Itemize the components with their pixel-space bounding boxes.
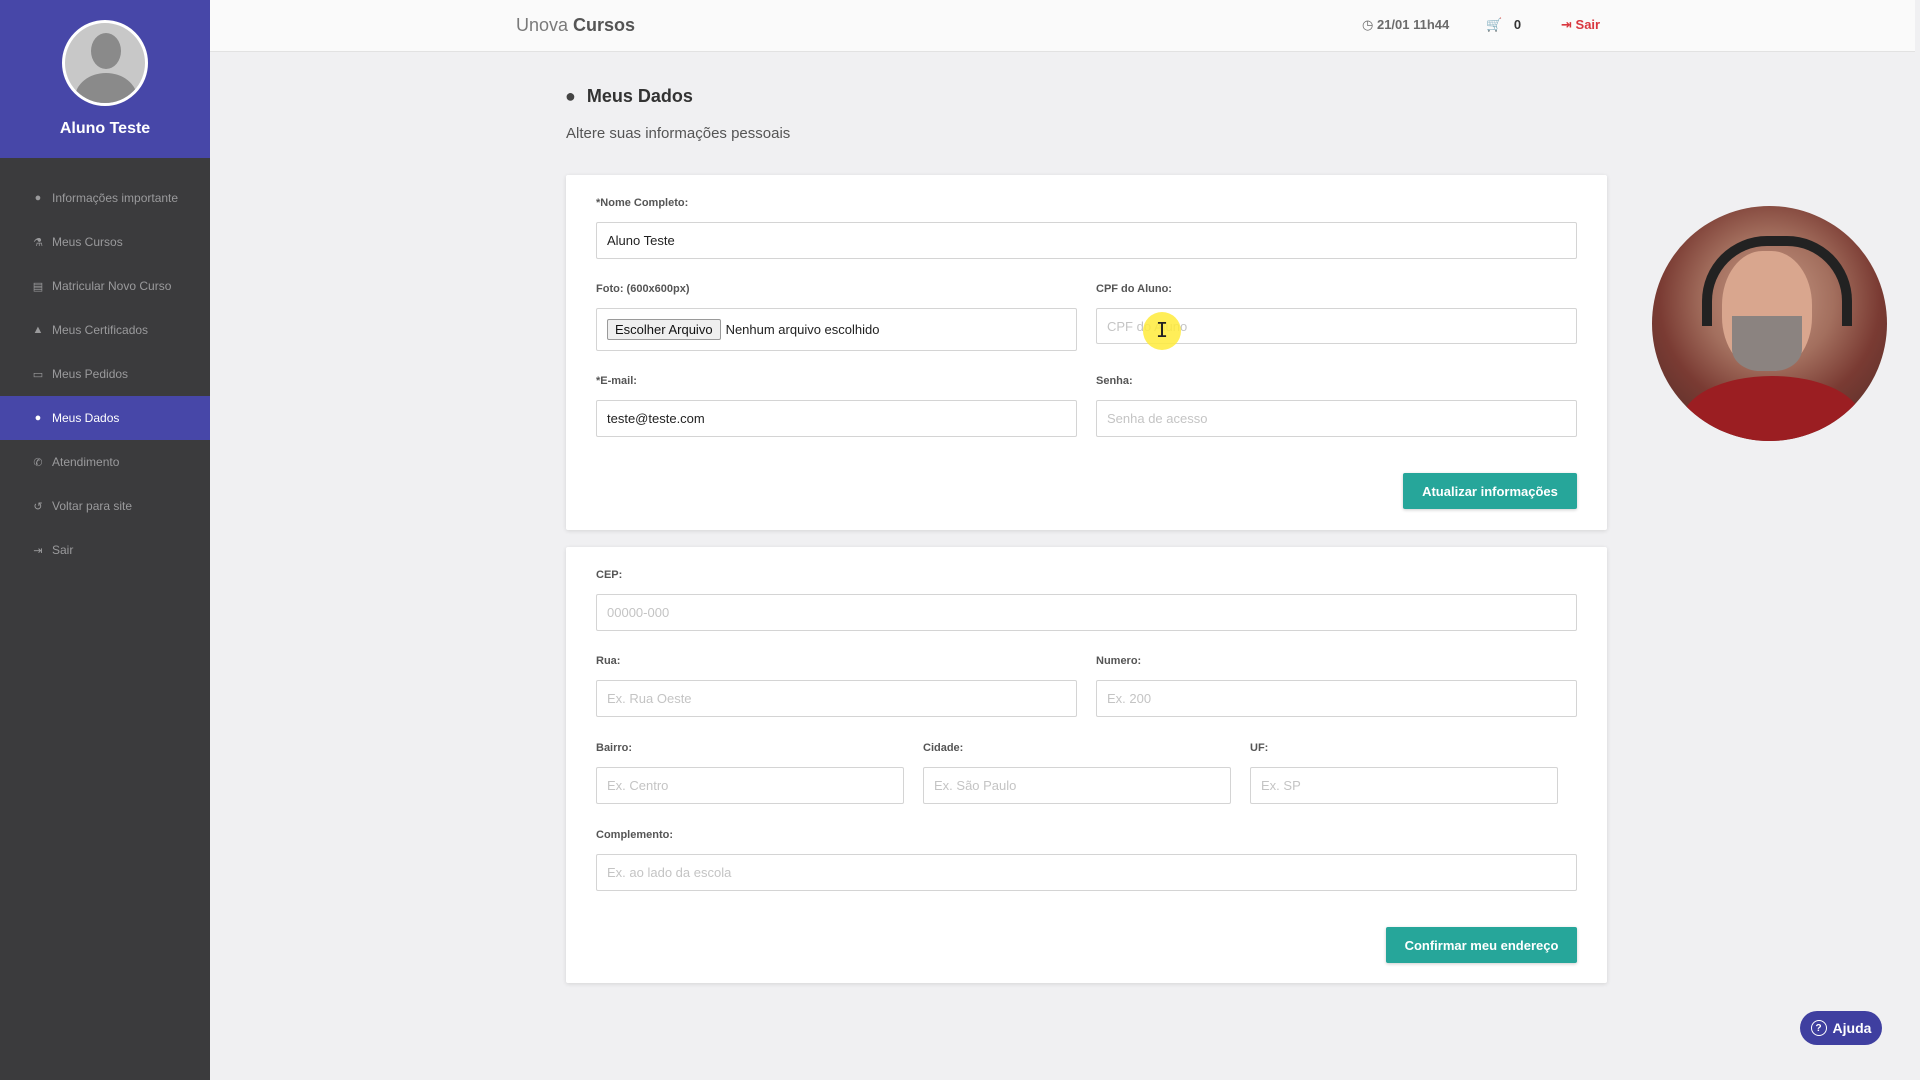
user-icon: ● — [34, 412, 42, 424]
question-icon: ? — [1810, 1020, 1827, 1036]
sidebar-item-label: Atendimento — [52, 455, 120, 469]
street-label: Rua: — [596, 655, 621, 667]
sidebar-menu: ● Informações importante ⚗ Meus Cursos ▤… — [0, 176, 210, 572]
undo-icon: ↺ — [33, 500, 43, 513]
book-icon: ▤ — [32, 280, 44, 293]
state-input[interactable]: Ex. SP — [1250, 767, 1558, 804]
webcam-headset — [1702, 236, 1852, 326]
cart-count: 0 — [1513, 17, 1522, 32]
logout-label: Sair — [1575, 17, 1601, 32]
sidebar-item-pedidos[interactable]: ▭ Meus Pedidos — [0, 352, 210, 396]
sidebar-item-label: Meus Pedidos — [52, 367, 129, 381]
profile-header: Aluno Teste — [0, 0, 210, 158]
help-label: Ajuda — [1832, 1020, 1872, 1036]
email-label: *E-mail: — [596, 375, 637, 387]
user-icon: ● — [565, 86, 576, 106]
city-input[interactable]: Ex. São Paulo — [923, 767, 1231, 804]
info-icon: ● — [34, 192, 42, 204]
webcam-shirt — [1682, 376, 1862, 441]
file-status: Nenhum arquivo escolhido — [725, 322, 880, 337]
cart-icon: 🛒 — [1486, 17, 1503, 32]
district-label: Bairro: — [596, 742, 633, 754]
text-cursor-icon: I — [1156, 318, 1169, 342]
name-label: *Nome Completo: — [596, 197, 689, 209]
sidebar-item-label: Informações importante — [52, 191, 179, 205]
password-input[interactable]: Senha de acesso — [1096, 400, 1577, 437]
city-label: Cidade: — [923, 742, 964, 754]
confirm-address-button[interactable]: Confirmar meu endereço — [1386, 927, 1577, 963]
page-subtitle: Altere suas informações pessoais — [566, 125, 791, 142]
sidebar-item-label: Meus Certificados — [52, 323, 149, 337]
avatar-head — [91, 33, 121, 69]
sidebar-item-matricular[interactable]: ▤ Matricular Novo Curso — [0, 264, 210, 308]
sidebar-item-label: Sair — [52, 543, 74, 557]
number-input[interactable]: Ex. 200 — [1096, 680, 1577, 717]
personal-data-card: *Nome Completo: Aluno Teste Foto: (600x6… — [566, 175, 1607, 530]
help-button[interactable]: ? Ajuda — [1800, 1011, 1882, 1045]
sign-in-icon: ⇥ — [33, 544, 43, 557]
number-label: Numero: — [1096, 655, 1142, 667]
sidebar-item-label: Meus Cursos — [52, 235, 123, 249]
password-label: Senha: — [1096, 375, 1133, 387]
district-input[interactable]: Ex. Centro — [596, 767, 904, 804]
phone-icon: ✆ — [33, 456, 43, 469]
update-info-button[interactable]: Atualizar informações — [1403, 473, 1577, 509]
sidebar-item-label: Matricular Novo Curso — [52, 279, 172, 293]
sidebar-item-certificados[interactable]: ▲ Meus Certificados — [0, 308, 210, 352]
sign-out-icon: ⇥ — [1561, 17, 1572, 32]
complement-input[interactable]: Ex. ao lado da escola — [596, 854, 1577, 891]
name-input[interactable]: Aluno Teste — [596, 222, 1577, 259]
brand-logo[interactable]: Unova Cursos — [516, 15, 635, 36]
sidebar-item-meus-cursos[interactable]: ⚗ Meus Cursos — [0, 220, 210, 264]
address-card: CEP: 00000-000 Rua: Ex. Rua Oeste Numero… — [566, 547, 1607, 983]
flask-icon: ⚗ — [33, 236, 43, 249]
avatar[interactable] — [62, 20, 148, 106]
sidebar-item-voltar[interactable]: ↺ Voltar para site — [0, 484, 210, 528]
logout-link[interactable]: ⇥ Sair — [1561, 17, 1600, 33]
choose-file-button[interactable]: Escolher Arquivo — [607, 319, 721, 340]
cart-button[interactable]: 🛒 0 — [1486, 17, 1521, 33]
cep-label: CEP: — [596, 569, 623, 581]
page-title: ● Meus Dados — [565, 86, 693, 107]
datetime-display: ◷ 21/01 11h44 — [1362, 17, 1449, 33]
sidebar-item-sair[interactable]: ⇥ Sair — [0, 528, 210, 572]
webcam-overlay — [1652, 206, 1887, 441]
street-input[interactable]: Ex. Rua Oeste — [596, 680, 1077, 717]
clock-icon: ◷ — [1362, 17, 1374, 32]
datetime-text: 21/01 11h44 — [1376, 17, 1450, 32]
cpf-label: CPF do Aluno: — [1096, 283, 1172, 295]
credit-card-icon: ▭ — [32, 368, 44, 381]
brand-light: Unova — [516, 15, 569, 35]
page-title-text: Meus Dados — [586, 86, 693, 106]
photo-label: Foto: (600x600px) — [596, 283, 690, 295]
cep-input[interactable]: 00000-000 — [596, 594, 1577, 631]
state-label: UF: — [1250, 742, 1269, 754]
avatar-shoulders — [75, 73, 137, 103]
photo-file-input[interactable]: Escolher Arquivo Nenhum arquivo escolhid… — [596, 308, 1077, 351]
sidebar-item-atendimento[interactable]: ✆ Atendimento — [0, 440, 210, 484]
graduation-cap-icon: ▲ — [32, 324, 44, 336]
sidebar-item-label: Meus Dados — [52, 411, 120, 425]
sidebar-item-meus-dados[interactable]: ● Meus Dados — [0, 396, 210, 440]
sidebar-item-label: Voltar para site — [52, 499, 133, 513]
brand-bold: Cursos — [573, 15, 636, 35]
profile-name: Aluno Teste — [59, 120, 151, 137]
email-input[interactable]: teste@teste.com — [596, 400, 1077, 437]
top-bar: Unova Cursos ◷ 21/01 11h44 🛒 0 ⇥ Sair — [210, 0, 1915, 52]
sidebar-item-informacoes[interactable]: ● Informações importante — [0, 176, 210, 220]
complement-label: Complemento: — [596, 829, 673, 841]
sidebar: Aluno Teste ● Informações importante ⚗ M… — [0, 0, 210, 1080]
